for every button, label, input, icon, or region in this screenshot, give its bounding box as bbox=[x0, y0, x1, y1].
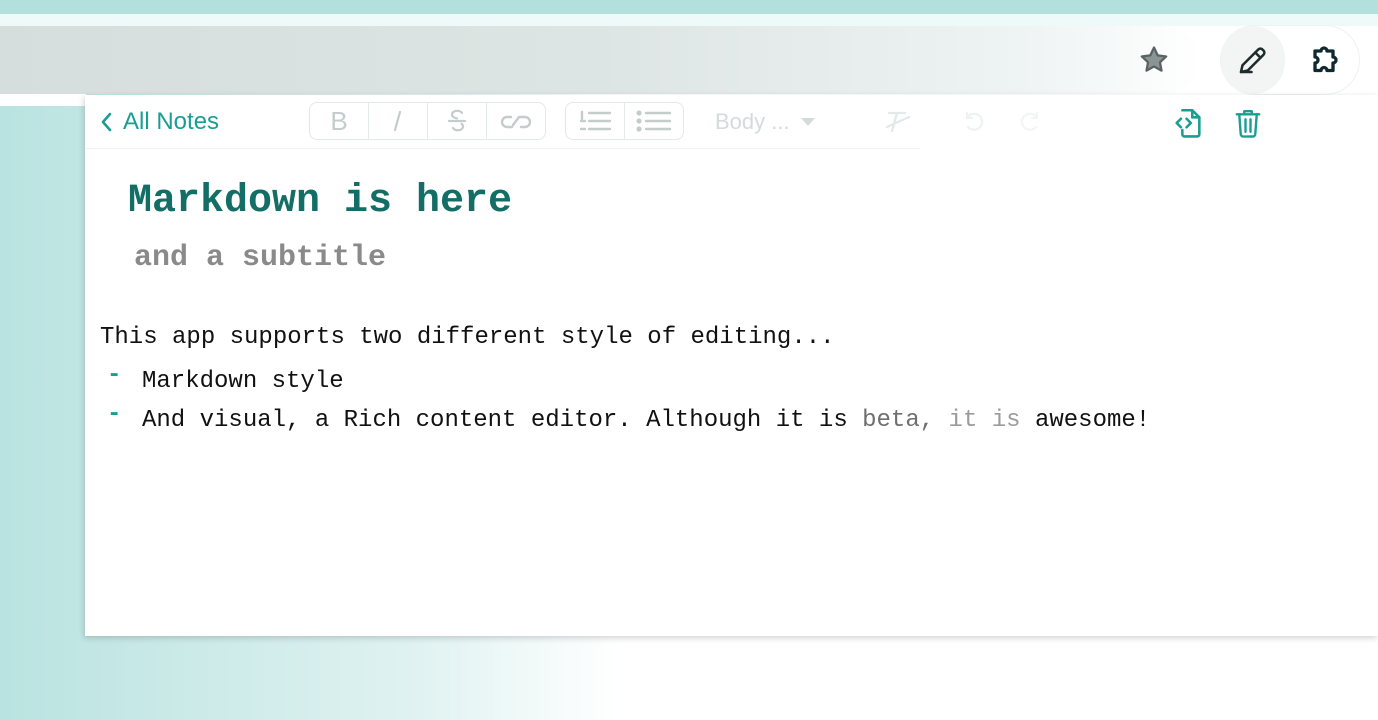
list-item: - And visual, a Rich content editor. Alt… bbox=[107, 401, 1182, 440]
trash-icon[interactable] bbox=[1230, 105, 1266, 141]
list-text-start: And visual, a Rich content editor. Altho… bbox=[142, 407, 863, 434]
list-marker: - bbox=[107, 401, 122, 428]
italic-icon[interactable] bbox=[369, 103, 428, 139]
list-item: - Markdown style bbox=[107, 362, 1182, 401]
undo-icon[interactable] bbox=[957, 105, 991, 139]
list-marker: - bbox=[107, 362, 122, 389]
note-content[interactable]: Markdown is here and a subtitle This app… bbox=[85, 149, 1378, 636]
block-format-select[interactable]: Body ... bbox=[715, 108, 816, 136]
address-bar[interactable] bbox=[0, 26, 1200, 94]
list-group bbox=[565, 102, 684, 140]
list-text-fade-2: it is bbox=[948, 407, 1021, 434]
source-code-icon[interactable] bbox=[1170, 105, 1206, 141]
list-item-text: And visual, a Rich content editor. Altho… bbox=[142, 401, 1182, 440]
pencil-icon[interactable] bbox=[1221, 26, 1285, 94]
all-notes-label: All Notes bbox=[123, 108, 220, 135]
star-icon[interactable] bbox=[1134, 40, 1174, 80]
puzzle-icon[interactable] bbox=[1303, 36, 1351, 84]
note-editor-popup: All Notes B Body ... Markdown is here an… bbox=[85, 95, 1378, 636]
ordered-list-icon[interactable] bbox=[566, 103, 625, 139]
all-notes-link[interactable]: All Notes bbox=[99, 107, 219, 137]
link-icon[interactable] bbox=[487, 103, 545, 139]
note-subtitle: and a subtitle bbox=[134, 241, 387, 275]
bold-icon[interactable]: B bbox=[310, 103, 369, 139]
browser-frame-bottom bbox=[0, 94, 86, 106]
chevron-left-icon bbox=[101, 112, 112, 132]
list-text-fade-1: beta, bbox=[862, 407, 949, 434]
extensions-group bbox=[1221, 26, 1359, 94]
browser-frame-edge bbox=[0, 14, 1378, 26]
list-item-text: Markdown style bbox=[142, 368, 344, 395]
list-text-end: awesome! bbox=[1020, 407, 1151, 434]
note-title: Markdown is here bbox=[128, 179, 513, 224]
bullet-list-icon[interactable] bbox=[625, 103, 683, 139]
block-format-value: Body ... bbox=[715, 109, 790, 134]
text-format-group: B bbox=[309, 102, 546, 140]
clear-format-icon[interactable] bbox=[881, 105, 915, 139]
editor-toolbar: All Notes B Body ... bbox=[85, 95, 1378, 149]
browser-frame-top bbox=[0, 0, 1378, 14]
strikethrough-icon[interactable] bbox=[428, 103, 487, 139]
caret-down-icon bbox=[800, 118, 815, 126]
redo-icon[interactable] bbox=[1013, 105, 1047, 139]
intro-paragraph: This app supports two different style of… bbox=[100, 324, 835, 351]
